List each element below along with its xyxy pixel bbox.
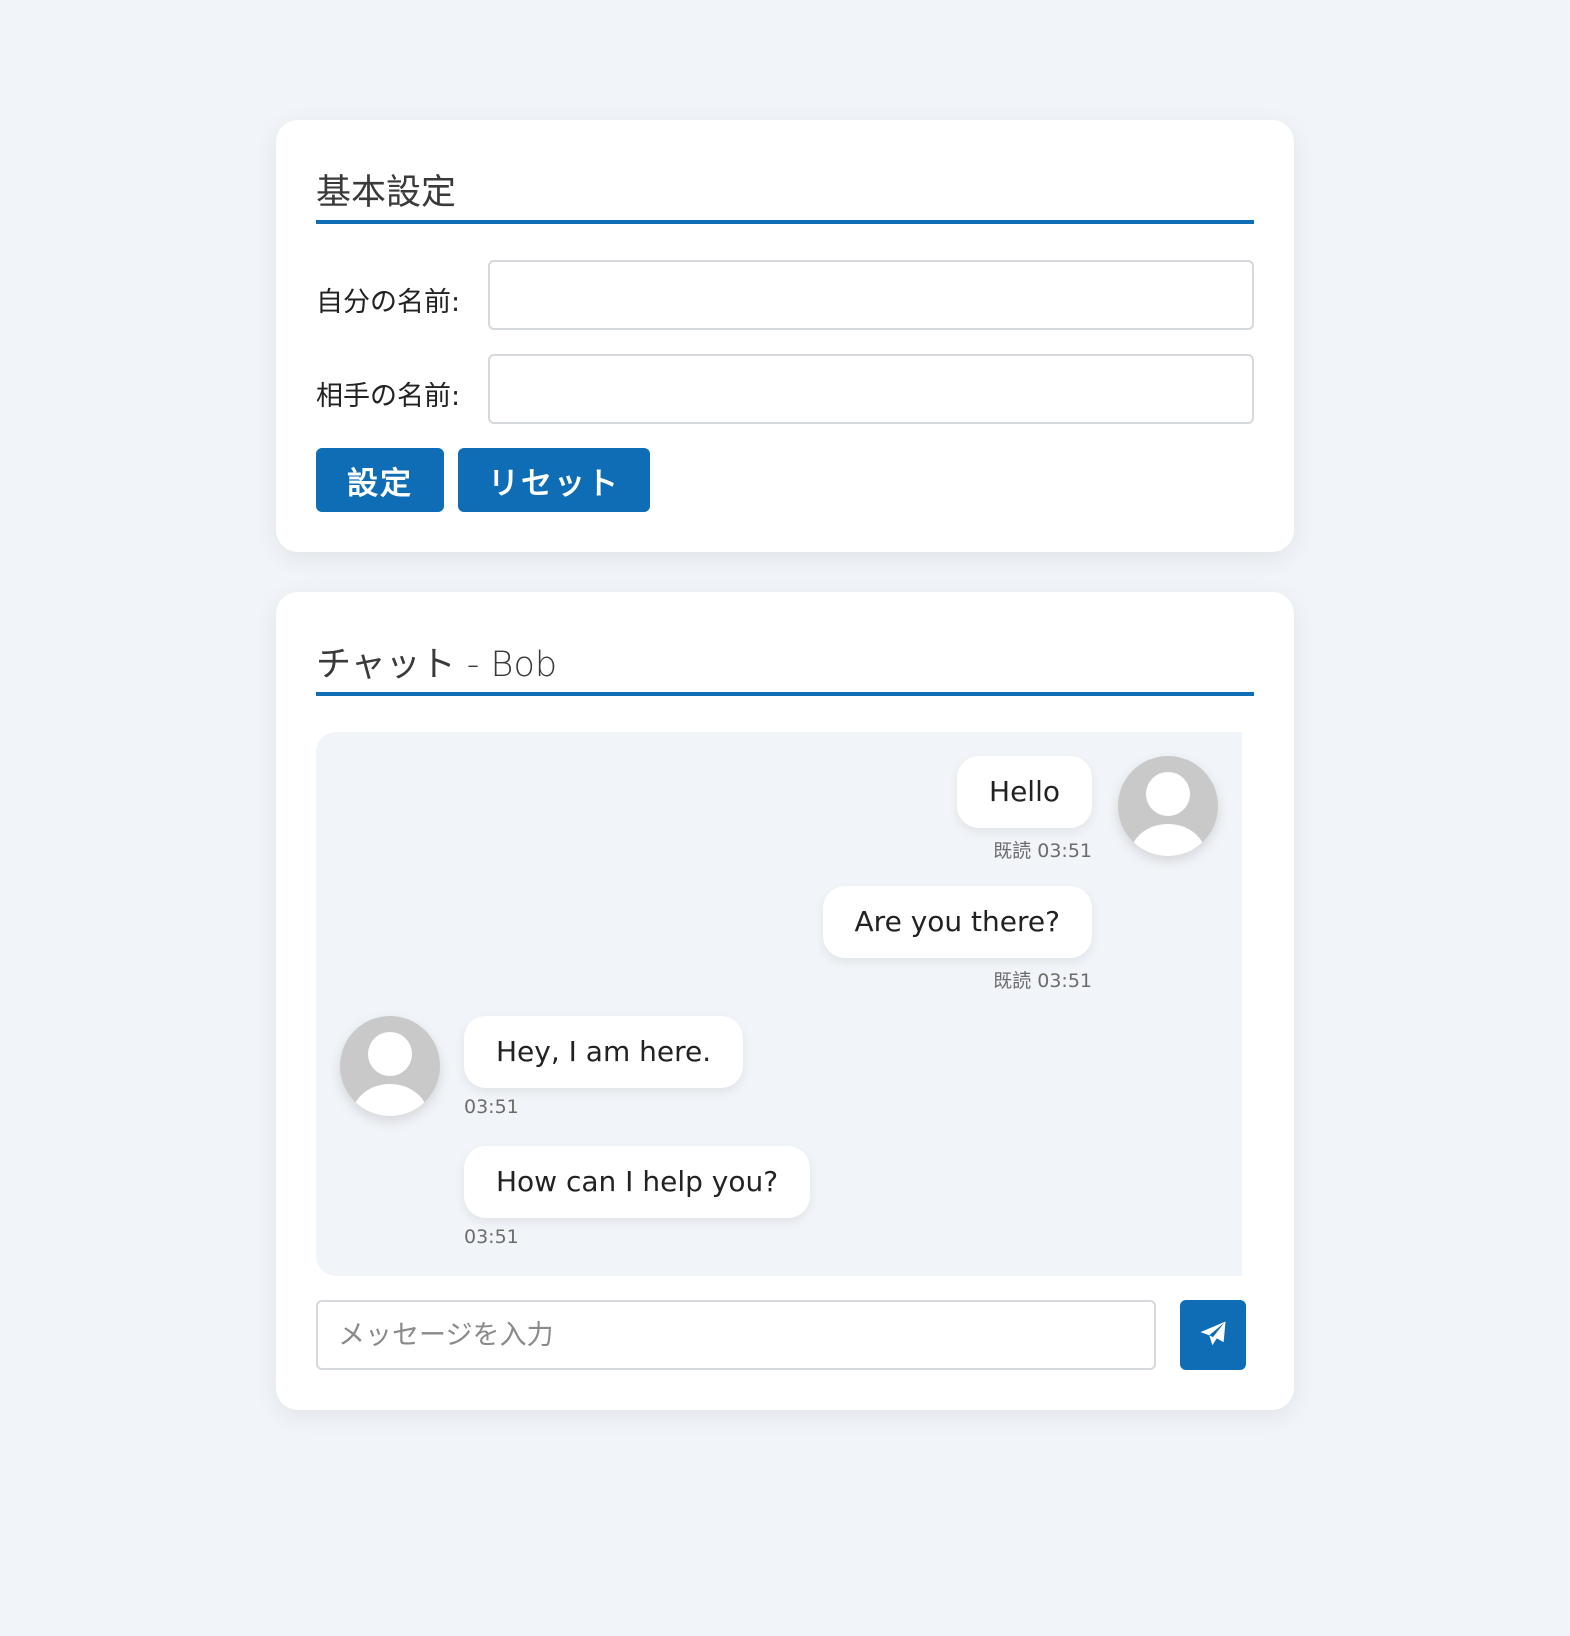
my-name-input[interactable] [488,260,1254,330]
message-bubble-partner: How can I help you? [464,1146,811,1218]
message-time: 03:51 [464,1096,519,1118]
send-button[interactable] [1180,1300,1246,1370]
message-input[interactable] [316,1300,1156,1370]
message-read-time: 既読 03:51 [993,970,1092,992]
chat-title: チャット - Bob [316,630,1254,696]
chat-card: チャット - Bob Hello 既読 03:51 Are you there?… [276,592,1294,1410]
reset-button[interactable]: リセット [458,448,650,512]
set-button[interactable]: 設定 [316,448,444,512]
message-time: 03:51 [464,1226,519,1248]
settings-card: 基本設定 自分の名前: 相手の名前: 設定 リセット [276,120,1294,552]
my-name-row: 自分の名前: [316,260,1254,330]
paper-plane-icon [1198,1319,1228,1352]
message-bubble-self: Hello [957,756,1092,828]
partner-name-input[interactable] [488,354,1254,424]
self-avatar-icon [1118,756,1218,856]
partner-name-label: 相手の名前: [316,381,461,412]
partner-avatar-icon [340,1016,440,1116]
partner-name-row: 相手の名前: [316,354,1254,424]
chat-message-area[interactable]: Hello 既読 03:51 Are you there? 既読 03:51 H… [316,732,1242,1276]
message-bubble-self: Are you there? [822,886,1092,958]
settings-title: 基本設定 [316,158,1254,224]
my-name-label: 自分の名前: [316,287,461,318]
message-read-time: 既読 03:51 [993,840,1092,862]
message-bubble-partner: Hey, I am here. [464,1016,744,1088]
